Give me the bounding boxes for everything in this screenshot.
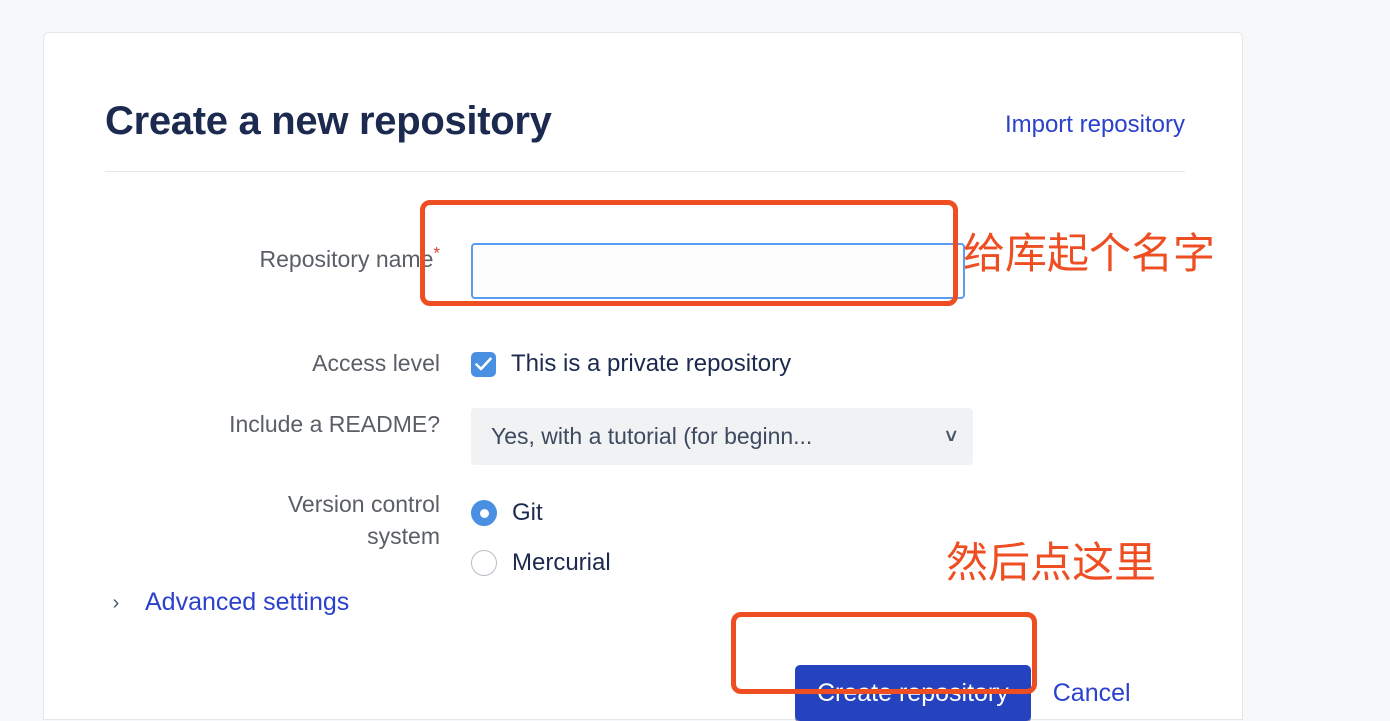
card-content: Create a new repository Import repositor… bbox=[105, 33, 1185, 721]
radio-git-label: Git bbox=[512, 499, 543, 526]
version-control-label-line2: system bbox=[367, 523, 440, 549]
version-control-label: Version control system bbox=[105, 488, 440, 552]
form-row-repository-name: Repository name* bbox=[105, 243, 1185, 299]
repository-name-label: Repository name* bbox=[105, 243, 440, 275]
import-repository-link[interactable]: Import repository bbox=[1005, 109, 1185, 141]
cancel-link[interactable]: Cancel bbox=[1053, 679, 1131, 708]
advanced-settings-toggle[interactable]: › Advanced settings bbox=[105, 588, 350, 617]
private-repository-checkbox-label: This is a private repository bbox=[511, 350, 792, 377]
checkmark-icon bbox=[475, 357, 492, 370]
repository-name-label-text: Repository name bbox=[259, 246, 434, 272]
access-level-label: Access level bbox=[312, 350, 440, 376]
chevron-down-icon: ˅ bbox=[945, 425, 957, 448]
private-repository-checkbox[interactable] bbox=[471, 351, 496, 377]
form-row-version-control: Version control system Git Mercurial bbox=[105, 488, 1185, 588]
readme-label: Include a README? bbox=[229, 411, 440, 437]
version-control-label-line1: Version control bbox=[287, 491, 440, 517]
create-repository-button[interactable]: Create repository bbox=[795, 665, 1031, 721]
card-header: Create a new repository Import repositor… bbox=[105, 95, 1185, 165]
form-row-readme: Include a README? Yes, with a tutorial (… bbox=[105, 408, 1185, 465]
readme-select[interactable]: Yes, with a tutorial (for beginn... ˅ bbox=[471, 408, 973, 465]
header-divider bbox=[105, 171, 1185, 172]
radio-row-mercurial[interactable]: Mercurial bbox=[471, 538, 1185, 588]
form-row-access-level: Access level This is a private repositor… bbox=[105, 347, 1185, 381]
repository-name-control bbox=[471, 243, 1185, 299]
repository-name-input[interactable] bbox=[471, 243, 965, 299]
readme-control: Yes, with a tutorial (for beginn... ˅ bbox=[471, 408, 1185, 465]
radio-mercurial[interactable] bbox=[471, 550, 497, 576]
radio-row-git[interactable]: Git bbox=[471, 488, 1185, 538]
create-repository-card: Create a new repository Import repositor… bbox=[43, 32, 1243, 721]
version-control-control: Git Mercurial bbox=[471, 488, 1185, 588]
form-actions: Create repository Cancel bbox=[795, 665, 1131, 721]
chevron-right-icon: › bbox=[112, 591, 120, 614]
page-title: Create a new repository bbox=[105, 99, 552, 143]
radio-git[interactable] bbox=[471, 500, 497, 526]
required-asterisk: * bbox=[433, 243, 440, 263]
radio-mercurial-label: Mercurial bbox=[512, 549, 611, 576]
readme-select-value: Yes, with a tutorial (for beginn... bbox=[491, 423, 813, 449]
access-level-control: This is a private repository bbox=[471, 347, 1185, 381]
advanced-settings-label: Advanced settings bbox=[145, 588, 350, 616]
private-repository-checkbox-row[interactable]: This is a private repository bbox=[471, 347, 1185, 381]
